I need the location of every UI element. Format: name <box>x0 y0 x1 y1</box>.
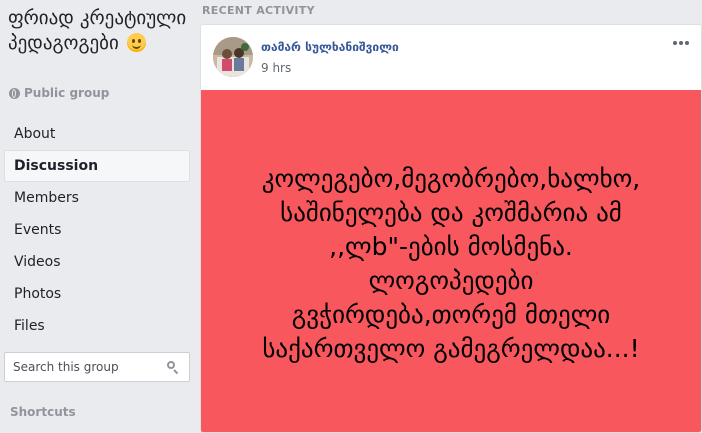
post-text-line: კოლეგებო,მეგობრებო,ხალხო, <box>261 164 641 193</box>
recent-activity-label: RECENT ACTIVITY <box>202 4 315 17</box>
group-privacy: Public group <box>9 86 109 100</box>
avatar-photo <box>213 37 253 77</box>
post-timestamp[interactable]: 9 hrs <box>261 61 291 75</box>
nav-item-about[interactable]: About <box>4 118 190 150</box>
more-options-icon[interactable] <box>671 35 691 51</box>
post-author-link[interactable]: თამარ სულხანიშვილი <box>261 40 399 54</box>
nav-item-videos[interactable]: Videos <box>4 246 190 278</box>
group-search-box[interactable] <box>4 352 190 382</box>
group-title[interactable]: ფრიად კრეატიული პედაგოგები <box>8 6 188 56</box>
post-text-line: საშინელება და კოშმარია ამ <box>280 198 622 227</box>
nav-item-discussion[interactable]: Discussion <box>4 150 190 182</box>
post-text-line: საქართველო გამეგრელდაა...! <box>262 334 640 363</box>
nav-item-members[interactable]: Members <box>4 182 190 214</box>
privacy-label: Public group <box>24 86 110 100</box>
post-text-background: კოლეგებო,მეგობრებო,ხალხო, საშინელება და … <box>201 90 701 432</box>
nav-item-events[interactable]: Events <box>4 214 190 246</box>
post-text-line: გვჭირდება,თორემ მთელი <box>291 300 611 329</box>
post-header: თამარ სულხანიშვილი 9 hrs <box>201 25 701 89</box>
post-card: თამარ სულხანიშვილი 9 hrs კოლეგებო,მეგობრ… <box>200 24 702 433</box>
globe-icon <box>9 87 20 99</box>
post-text: კოლეგებო,მეგობრებო,ხალხო, საშინელება და … <box>211 162 691 366</box>
page: ფრიად კრეატიული პედაგოგები Public group … <box>0 0 702 433</box>
group-nav: About Discussion Members Events Videos P… <box>4 118 190 342</box>
post-text-line: ,,ლb"-ების მოსმენა. <box>329 232 573 261</box>
group-sidebar: ფრიად კრეატიული პედაგოგები Public group … <box>0 0 192 433</box>
post-text-line: ლოგოპედები <box>368 266 534 295</box>
shortcuts-heading: Shortcuts <box>10 405 76 419</box>
nav-item-photos[interactable]: Photos <box>4 278 190 310</box>
search-input[interactable] <box>5 359 165 375</box>
search-icon[interactable] <box>167 361 179 373</box>
smiley-emoji-icon <box>126 33 146 52</box>
nav-item-files[interactable]: Files <box>4 310 190 342</box>
avatar[interactable] <box>213 37 253 77</box>
group-title-text[interactable]: ფრიად კრეატიული პედაგოგები <box>8 7 186 54</box>
